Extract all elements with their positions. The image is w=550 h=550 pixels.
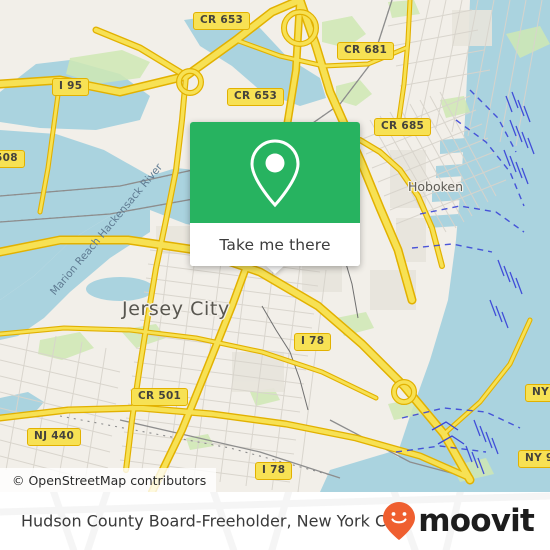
road-shield-ny-9a[interactable]: NY 9A — [518, 450, 550, 468]
road-shield-i-95[interactable]: I 95 — [52, 78, 90, 96]
road-shield-cr-653-north[interactable]: CR 653 — [193, 12, 251, 30]
page-title: Hudson County Board-Freeholder, New York… — [21, 511, 407, 531]
destination-popup-card[interactable]: Take me there — [190, 122, 360, 266]
road-shield-cr-681[interactable]: CR 681 — [337, 42, 395, 60]
moovit-smiley-pin-icon — [383, 502, 416, 540]
osm-attribution[interactable]: © OpenStreetMap contributors — [0, 468, 217, 492]
popup-pointer — [265, 265, 285, 274]
popup-action-area[interactable]: Take me there — [190, 223, 360, 266]
map-pin-icon — [250, 138, 300, 207]
road-shield-cr-501[interactable]: CR 501 — [131, 388, 189, 406]
road-shield-ny[interactable]: NY — [525, 384, 550, 402]
road-shield-508[interactable]: 508 — [0, 150, 25, 168]
take-me-there-button[interactable]: Take me there — [219, 236, 330, 254]
map-canvas[interactable]: Jersey City Hoboken Marion Reach Hackens… — [0, 0, 550, 492]
road-shield-cr-653-mid[interactable]: CR 653 — [227, 88, 285, 106]
road-shield-i-78-south[interactable]: I 78 — [255, 462, 293, 480]
road-shield-cr-685[interactable]: CR 685 — [374, 118, 432, 136]
moovit-wordmark: moovit — [418, 502, 535, 539]
moovit-logo[interactable]: moovit — [382, 501, 535, 541]
popup-icon-area — [190, 122, 360, 223]
footer-bar: Hudson County Board-Freeholder, New York… — [0, 492, 550, 550]
road-shield-i-78-mid[interactable]: I 78 — [294, 333, 332, 351]
road-shield-nj-440[interactable]: NJ 440 — [27, 428, 82, 446]
